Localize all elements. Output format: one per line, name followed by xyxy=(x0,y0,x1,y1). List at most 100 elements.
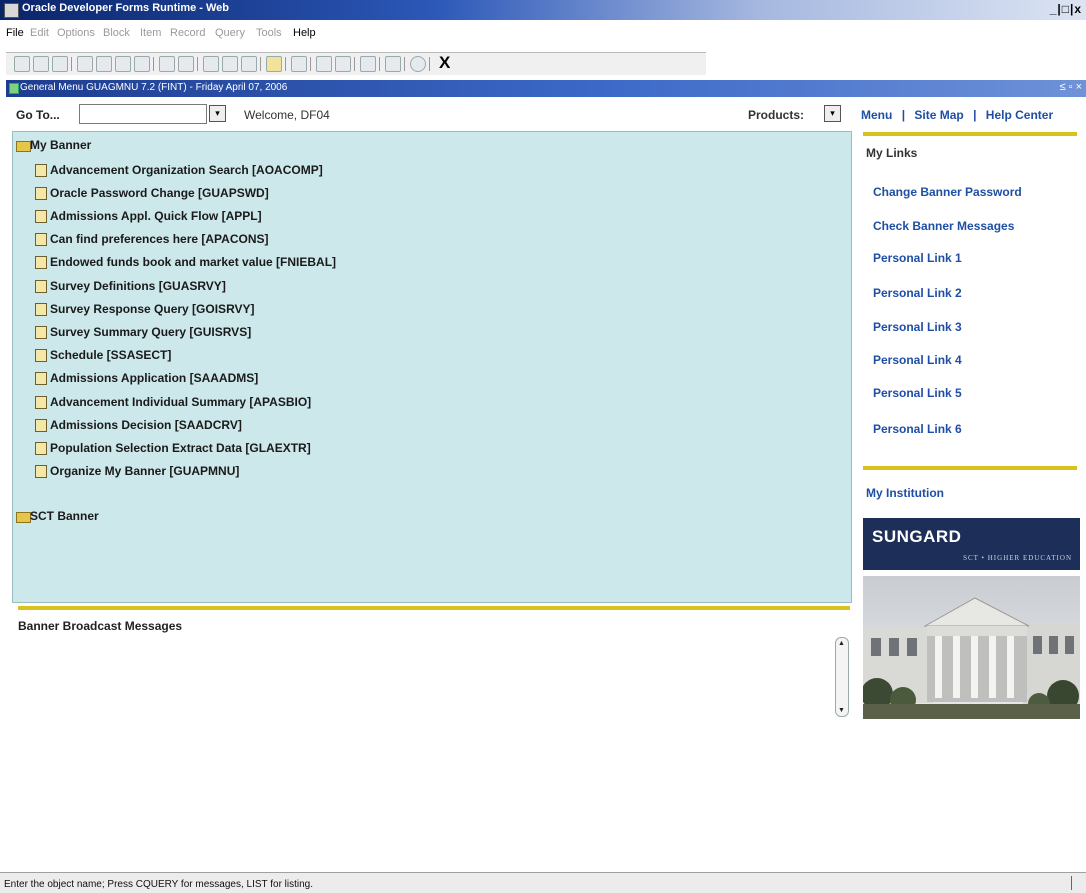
campus-building-image xyxy=(863,576,1080,719)
toolbar-divider xyxy=(153,57,154,71)
cancel-query-icon[interactable] xyxy=(241,56,257,72)
status-divider xyxy=(1071,876,1072,890)
exit-form-icon[interactable] xyxy=(52,56,68,72)
tree-folder-sct-banner[interactable]: SCT Banner xyxy=(30,509,99,523)
status-message: Enter the object name; Press CQUERY for … xyxy=(4,879,314,890)
tree-item[interactable]: Advancement Individual Summary [APASBIO] xyxy=(50,395,311,409)
tree-item[interactable]: Can find preferences here [APACONS] xyxy=(50,232,269,246)
app-icon xyxy=(4,3,19,18)
tree-item[interactable]: Schedule [SSASECT] xyxy=(50,348,171,362)
menu-link[interactable]: Menu xyxy=(861,108,892,122)
goto-label: Go To... xyxy=(16,108,60,122)
search-icon[interactable] xyxy=(266,56,282,72)
my-institution-link[interactable]: My Institution xyxy=(866,486,944,500)
tree-item[interactable]: Oracle Password Change [GUAPSWD] xyxy=(50,186,269,200)
sidebar-link-change-password[interactable]: Change Banner Password xyxy=(873,185,1022,199)
menu-block[interactable]: Block xyxy=(103,27,130,39)
form-doc-icon xyxy=(35,419,47,432)
previous-block-icon[interactable] xyxy=(159,56,175,72)
options-icon[interactable] xyxy=(385,56,401,72)
menu-file[interactable]: File xyxy=(6,27,24,39)
welcome-text: Welcome, DF04 xyxy=(244,108,330,122)
tree-item[interactable]: Admissions Application [SAAADMS] xyxy=(50,371,258,385)
menu-help[interactable]: Help xyxy=(293,27,316,39)
duplicate-item-icon[interactable] xyxy=(335,56,351,72)
sidebar-link-personal-4[interactable]: Personal Link 4 xyxy=(873,353,962,367)
form-doc-icon xyxy=(35,349,47,362)
my-links-title: My Links xyxy=(866,146,918,160)
menu-edit[interactable]: Edit xyxy=(30,27,49,39)
sidebar-link-personal-1[interactable]: Personal Link 1 xyxy=(873,251,962,265)
tree-item[interactable]: Endowed funds book and market value [FNI… xyxy=(50,255,336,269)
help-center-link[interactable]: Help Center xyxy=(986,108,1053,122)
tree-item[interactable]: Advancement Organization Search [AOACOMP… xyxy=(50,163,323,177)
tree-item[interactable]: Population Selection Extract Data [GLAEX… xyxy=(50,441,311,455)
menu-tools[interactable]: Tools xyxy=(256,27,282,39)
form-icon xyxy=(9,83,19,94)
form-doc-icon xyxy=(35,233,47,246)
tree-item[interactable]: Survey Definitions [GUASRVY] xyxy=(50,279,226,293)
sidebar-divider xyxy=(863,132,1077,136)
sidebar-link-personal-3[interactable]: Personal Link 3 xyxy=(873,320,962,334)
tree-item[interactable]: Admissions Appl. Quick Flow [APPL] xyxy=(50,209,262,223)
products-dropdown-button[interactable]: ▾ xyxy=(824,105,841,122)
save-icon[interactable] xyxy=(14,56,30,72)
open-folder-icon xyxy=(16,141,31,152)
form-doc-icon xyxy=(35,210,47,223)
lookup-icon[interactable] xyxy=(360,56,376,72)
window-title: Oracle Developer Forms Runtime - Web xyxy=(22,2,230,14)
menu-tree: My Banner Advancement Organization Searc… xyxy=(12,131,852,603)
execute-query-icon[interactable] xyxy=(222,56,238,72)
form-doc-icon xyxy=(35,256,47,269)
window-controls[interactable]: _|□|x xyxy=(1050,2,1082,16)
site-map-link[interactable]: Site Map xyxy=(914,108,963,122)
scroll-down-icon[interactable]: ▼ xyxy=(838,707,845,714)
duplicate-record-icon[interactable] xyxy=(316,56,332,72)
menu-options[interactable]: Options xyxy=(57,27,95,39)
print-icon[interactable] xyxy=(33,56,49,72)
toolbar-divider xyxy=(379,57,380,71)
remove-record-icon[interactable] xyxy=(134,56,150,72)
toolbar-divider xyxy=(71,57,72,71)
toolbar: X xyxy=(6,52,706,75)
toolbar-divider xyxy=(404,57,405,71)
form-window-controls[interactable]: ≤ ▫ × xyxy=(1060,81,1082,93)
tree-item[interactable]: Survey Summary Query [GUISRVS] xyxy=(50,325,251,339)
list-icon[interactable] xyxy=(291,56,307,72)
tree-item[interactable]: Organize My Banner [GUAPMNU] xyxy=(50,464,239,478)
goto-dropdown-button[interactable]: ▾ xyxy=(209,105,226,122)
broadcast-scrollbar[interactable]: ▲ ▼ xyxy=(835,637,849,717)
menu-item[interactable]: Item xyxy=(140,27,161,39)
goto-input[interactable] xyxy=(79,104,207,124)
sidebar-link-personal-2[interactable]: Personal Link 2 xyxy=(873,286,962,300)
logo-brand: SUNGARD xyxy=(872,527,962,546)
link-separator: | xyxy=(973,108,977,122)
sidebar-link-personal-6[interactable]: Personal Link 6 xyxy=(873,422,962,436)
sungard-logo: SUNGARD SCT • HIGHER EDUCATION xyxy=(863,518,1080,570)
select-icon[interactable] xyxy=(96,56,112,72)
help-icon[interactable] xyxy=(410,56,426,72)
rollback-icon[interactable] xyxy=(77,56,93,72)
next-block-icon[interactable] xyxy=(178,56,194,72)
tree-item[interactable]: Admissions Decision [SAADCRV] xyxy=(50,418,242,432)
title-bar: Oracle Developer Forms Runtime - Web _|□… xyxy=(0,0,1086,20)
insert-record-icon[interactable] xyxy=(115,56,131,72)
scroll-up-icon[interactable]: ▲ xyxy=(838,640,845,647)
sidebar-link-check-messages[interactable]: Check Banner Messages xyxy=(873,219,1014,233)
form-doc-icon xyxy=(35,303,47,316)
tree-item[interactable]: Survey Response Query [GOISRVY] xyxy=(50,302,255,316)
toolbar-divider xyxy=(197,57,198,71)
form-doc-icon xyxy=(35,326,47,339)
products-label: Products: xyxy=(748,108,805,122)
broadcast-messages-label: Banner Broadcast Messages xyxy=(18,619,183,633)
tree-folder-my-banner[interactable]: My Banner xyxy=(30,138,91,152)
enter-query-icon[interactable] xyxy=(203,56,219,72)
toolbar-divider xyxy=(310,57,311,71)
menu-query[interactable]: Query xyxy=(215,27,245,39)
toolbar-divider xyxy=(429,57,430,71)
form-title: General Menu GUAGMNU 7.2 (FINT) - Friday… xyxy=(20,82,288,93)
exit-button[interactable]: X xyxy=(439,53,450,73)
sidebar-link-personal-5[interactable]: Personal Link 5 xyxy=(873,386,962,400)
logo-tagline: SCT • HIGHER EDUCATION xyxy=(963,554,1072,562)
menu-record[interactable]: Record xyxy=(170,27,205,39)
